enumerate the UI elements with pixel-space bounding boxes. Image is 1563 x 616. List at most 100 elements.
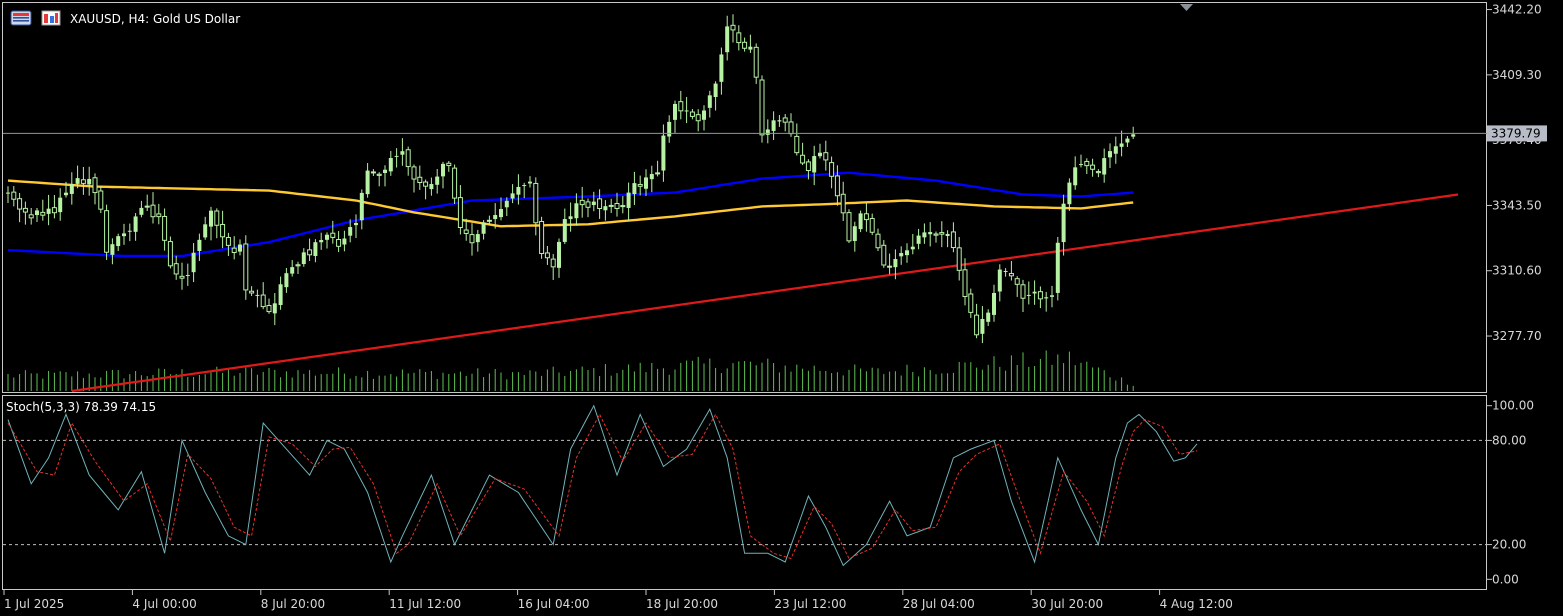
candle-body xyxy=(748,46,753,50)
candle-body xyxy=(278,284,283,306)
candle-body xyxy=(307,249,313,256)
candle-body xyxy=(614,203,620,209)
time-tick-label: 11 Jul 12:00 xyxy=(389,597,461,611)
candle-body xyxy=(336,239,342,247)
candle-body xyxy=(92,177,98,194)
candle-body xyxy=(522,185,527,187)
candle-body xyxy=(753,46,759,78)
current-price-badge: 3379.79 xyxy=(1487,125,1547,142)
candle-body xyxy=(574,203,579,219)
candle-body xyxy=(1061,203,1066,243)
candle-body xyxy=(916,235,921,244)
candle-body xyxy=(887,265,893,268)
candle-body xyxy=(162,215,168,241)
candle-body xyxy=(510,193,515,199)
candle-body xyxy=(370,171,376,174)
candle-body xyxy=(98,190,104,210)
candle-body xyxy=(469,234,475,244)
candle-body xyxy=(475,234,480,243)
candle-body xyxy=(127,230,132,232)
candle-body xyxy=(557,241,561,268)
candle xyxy=(104,204,110,260)
candle-body xyxy=(684,110,689,112)
candle-body xyxy=(840,193,846,214)
candle-body xyxy=(962,269,968,298)
candle-body xyxy=(759,79,765,136)
candle-body xyxy=(945,233,950,236)
candle-body xyxy=(632,183,637,195)
candle-body xyxy=(626,192,631,208)
candle-body xyxy=(376,173,382,176)
candle-body xyxy=(818,152,822,157)
candle-body xyxy=(603,206,608,211)
candle-body xyxy=(771,120,776,131)
candle-body xyxy=(649,174,654,180)
price-tick-label: 3409.30 xyxy=(1492,68,1542,82)
candle-body xyxy=(863,213,869,221)
time-tick-label: 30 Jul 20:00 xyxy=(1031,597,1103,611)
list-menu-icon[interactable] xyxy=(10,10,32,26)
candle-body xyxy=(678,101,684,112)
candle-body xyxy=(620,205,626,208)
header-bar: XAUUSD, H4: Gold US Dollar xyxy=(10,10,240,26)
time-tick-label: 4 Jul 00:00 xyxy=(132,597,196,611)
chart-type-icon[interactable] xyxy=(41,10,61,26)
candle-body xyxy=(481,222,486,234)
candle-body xyxy=(457,197,463,229)
candle-body xyxy=(1125,138,1130,143)
price-tick-label: 3277.70 xyxy=(1492,329,1542,343)
candle-body xyxy=(997,269,1002,292)
candle-body xyxy=(173,263,179,275)
stoch-title: Stoch(5,3,3) 78.39 74.15 xyxy=(6,400,156,414)
candle xyxy=(1055,236,1060,301)
candle-body xyxy=(144,205,150,208)
candle-body xyxy=(6,192,10,194)
candle-body xyxy=(968,293,974,313)
candle-body xyxy=(185,275,190,277)
candle-body xyxy=(1044,297,1049,299)
candle-body xyxy=(1073,167,1078,186)
candle-body xyxy=(667,121,672,137)
candle-body xyxy=(928,232,933,235)
candle-body xyxy=(400,151,405,155)
candle-body xyxy=(284,273,289,288)
candle-body xyxy=(35,210,39,216)
chart-canvas[interactable]: XAUUSD, H4: Gold US Dollar 3442.20 3409.3… xyxy=(0,0,1563,616)
candle-body xyxy=(266,305,272,313)
candle-body xyxy=(435,176,440,185)
candle-body xyxy=(17,198,23,210)
candle-body xyxy=(441,163,445,177)
candle-body xyxy=(255,294,260,296)
candle-body xyxy=(528,181,532,184)
candle-body xyxy=(1014,278,1020,285)
candle-body xyxy=(1102,158,1107,175)
candle-body xyxy=(290,267,295,274)
candle-body xyxy=(597,198,603,210)
candle-body xyxy=(579,199,585,206)
candle-body xyxy=(805,161,811,172)
candle-body xyxy=(719,54,724,82)
candle-body xyxy=(388,158,393,172)
candle-body xyxy=(707,95,712,108)
candle-body xyxy=(846,212,852,242)
candle-body xyxy=(956,247,962,271)
candle-body xyxy=(777,120,782,122)
candle-body xyxy=(823,152,829,161)
candle-body xyxy=(51,207,57,214)
candle-body xyxy=(220,223,226,238)
candle-body xyxy=(922,232,927,238)
candle-body xyxy=(736,32,742,44)
candle-body xyxy=(742,41,748,49)
candle-body xyxy=(852,226,857,242)
stoch-tick-label: 100.00 xyxy=(1492,399,1534,413)
candle-body xyxy=(1026,294,1031,296)
candle-body xyxy=(139,207,144,215)
candle-body xyxy=(22,207,28,213)
candle-body xyxy=(585,201,591,208)
candle-body xyxy=(905,250,909,256)
candle-body xyxy=(725,26,730,53)
candle-body xyxy=(394,155,399,157)
candle-body xyxy=(655,172,661,175)
candle-body xyxy=(64,192,68,196)
candle-body xyxy=(359,192,364,221)
